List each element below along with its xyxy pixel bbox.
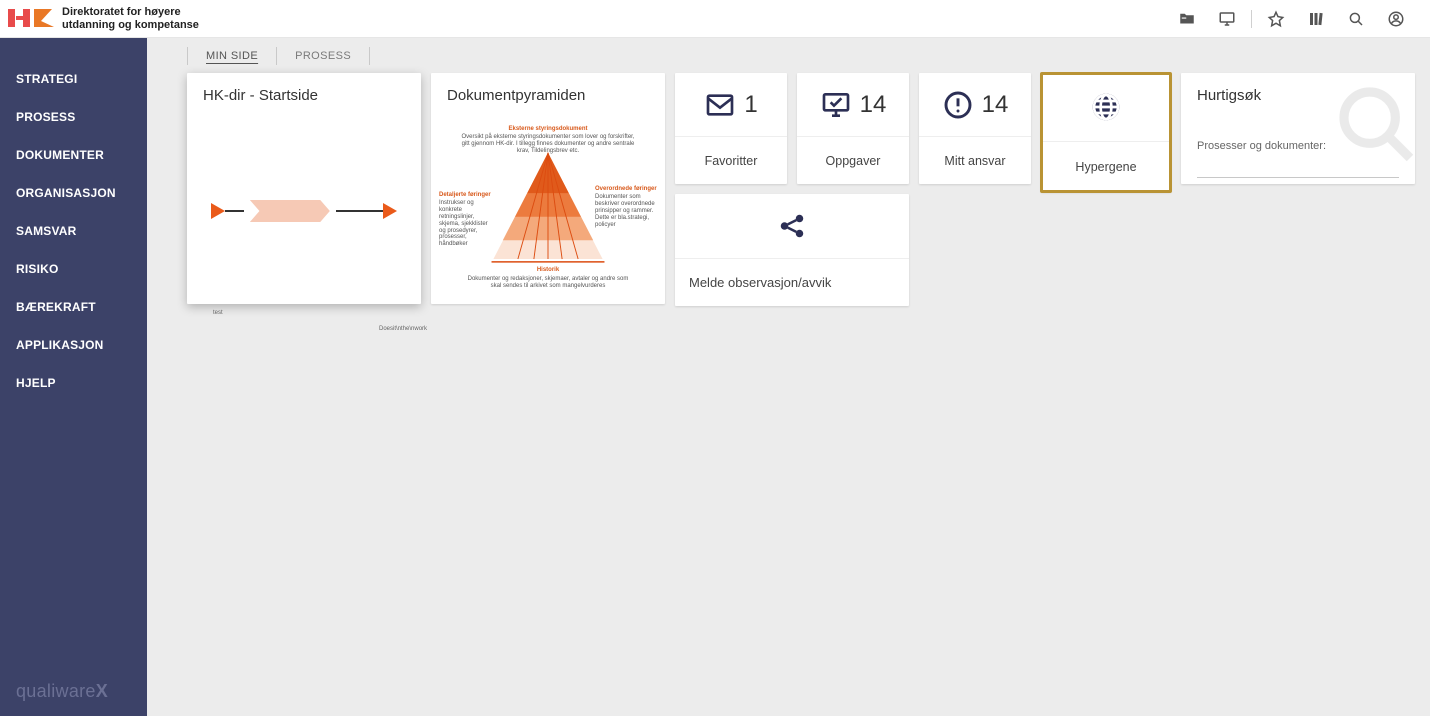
pyramid-diagram: Eksterne styringsdokument Oversikt på ek… xyxy=(431,110,665,304)
footer-brand-text: qualiware xyxy=(16,681,96,701)
card-title: HK-dir - Startside xyxy=(187,73,421,110)
search-label: Prosesser og dokumenter: xyxy=(1197,140,1326,152)
metric-label: Favoritter xyxy=(675,136,787,184)
col-4: 14 Mitt ansvar xyxy=(919,73,1031,184)
sidebar-footer-brand: qualiwareX xyxy=(0,681,147,716)
pyramid-bottom-sub: Dokumenter og redaksjoner, skjemaer, avt… xyxy=(463,276,633,290)
folder-icon[interactable] xyxy=(1167,0,1207,38)
card-title: Dokumentpyramiden xyxy=(431,73,665,110)
sidebar-item-organisasjon[interactable]: ORGANISASJON xyxy=(0,174,147,212)
arrowhead-icon xyxy=(383,203,397,219)
alert-circle-icon xyxy=(942,89,974,121)
tabs: MIN SIDE PROSESS xyxy=(147,38,1430,73)
sidebar-item-samsvar[interactable]: SAMSVAR xyxy=(0,212,147,250)
card-hurtigsok: Hurtigsøk Prosesser og dokumenter: xyxy=(1181,73,1415,184)
monitor-icon[interactable] xyxy=(1207,0,1247,38)
monitor-check-icon xyxy=(820,89,852,121)
globe-icon xyxy=(1090,91,1122,123)
sidebar: STRATEGI PROSESS DOKUMENTER ORGANISASJON… xyxy=(0,38,147,716)
sidebar-item-baerekraft[interactable]: BÆREKRAFT xyxy=(0,288,147,326)
metric-hypergene[interactable]: Hypergene xyxy=(1041,73,1171,192)
account-icon[interactable] xyxy=(1376,0,1416,38)
pyramid-left-title: Detaljerte føringer xyxy=(439,192,494,199)
search-title-text: Hurtigsøk xyxy=(1197,87,1261,104)
brand: Direktoratet for høyere utdanning og kom… xyxy=(8,6,199,30)
sidebar-item-label: ORGANISASJON xyxy=(16,186,116,200)
brand-logo xyxy=(8,7,54,31)
main: MIN SIDE PROSESS HK-dir - Startside test xyxy=(147,38,1430,716)
share-icon xyxy=(775,211,809,241)
tab-prosess[interactable]: PROSESS xyxy=(277,50,369,62)
search-row: Prosesser og dokumenter: xyxy=(1181,136,1415,178)
metric-label: Hypergene xyxy=(1041,141,1171,192)
sidebar-item-label: RISIKO xyxy=(16,262,59,276)
col-1: HK-dir - Startside test Doesit\nthe\nwor… xyxy=(187,73,421,304)
metric-count: 14 xyxy=(982,91,1009,119)
card-dokumentpyramiden[interactable]: Dokumentpyramiden xyxy=(431,73,665,304)
sidebar-item-prosess[interactable]: PROSESS xyxy=(0,98,147,136)
tab-minside[interactable]: MIN SIDE xyxy=(188,50,276,62)
search-title: Hurtigsøk xyxy=(1181,73,1415,136)
brand-line1: Direktoratet for høyere xyxy=(62,6,199,18)
col-5: Hypergene xyxy=(1041,73,1171,192)
header-divider xyxy=(1251,10,1252,28)
metric-label: Mitt ansvar xyxy=(919,136,1031,184)
metric-count: 1 xyxy=(744,91,757,119)
pyramid-left-sub: Instrukser og konkrete retningslinjer, s… xyxy=(439,200,494,248)
dashboard-grid: HK-dir - Startside test Doesit\nthe\nwor… xyxy=(147,73,1430,346)
card-startside[interactable]: HK-dir - Startside test Doesit\nthe\nwor… xyxy=(187,73,421,304)
sidebar-item-label: BÆREKRAFT xyxy=(16,300,96,314)
process-step xyxy=(250,200,330,222)
metric-label: Oppgaver xyxy=(797,136,909,184)
metric-melde-observasjon[interactable]: Melde observasjon/avvik xyxy=(675,194,909,306)
pyramid-right-title: Overordnede føringer xyxy=(595,186,657,193)
sidebar-items: STRATEGI PROSESS DOKUMENTER ORGANISASJON… xyxy=(0,60,147,402)
sidebar-item-label: STRATEGI xyxy=(16,72,77,86)
process-label-right: Doesit\nthe\nwork xyxy=(379,326,399,332)
tab-separator xyxy=(369,47,370,65)
col-2: Dokumentpyramiden xyxy=(431,73,665,304)
search-icon[interactable] xyxy=(1336,0,1376,38)
sidebar-item-label: SAMSVAR xyxy=(16,224,77,238)
top-header: Direktoratet for høyere utdanning og kom… xyxy=(0,0,1430,38)
pyramid-bottom-title: Historik xyxy=(537,267,559,274)
pyramid-top-sub: Oversikt på eksterne styringsdokumenter … xyxy=(461,134,635,155)
library-icon[interactable] xyxy=(1296,0,1336,38)
col-6: Hurtigsøk Prosesser og dokumenter: xyxy=(1181,73,1415,184)
footer-brand-x: X xyxy=(96,681,108,701)
star-icon[interactable] xyxy=(1256,0,1296,38)
sidebar-item-applikasjon[interactable]: APPLIKASJON xyxy=(0,326,147,364)
brand-line2: utdanning og kompetanse xyxy=(62,19,199,31)
sidebar-item-hjelp[interactable]: HJELP xyxy=(0,364,147,402)
process-label-left: test xyxy=(213,310,223,316)
sidebar-item-label: DOKUMENTER xyxy=(16,148,104,162)
pyramid-top-title: Eksterne styringsdokument xyxy=(508,126,587,133)
arrowhead-icon xyxy=(211,203,225,219)
metric-oppgaver[interactable]: 14 Oppgaver xyxy=(797,73,909,184)
sidebar-item-strategi[interactable]: STRATEGI xyxy=(0,60,147,98)
header-icons xyxy=(1167,0,1416,38)
sidebar-item-risiko[interactable]: RISIKO xyxy=(0,250,147,288)
process-diagram: test Doesit\nthe\nwork xyxy=(187,110,421,304)
sidebar-item-label: HJELP xyxy=(16,376,56,390)
col-3: 1 Favoritter 14 Oppgaver xyxy=(675,73,909,306)
metric-mitt-ansvar[interactable]: 14 Mitt ansvar xyxy=(919,73,1031,184)
sidebar-item-dokumenter[interactable]: DOKUMENTER xyxy=(0,136,147,174)
sidebar-item-label: PROSESS xyxy=(16,110,75,124)
pyramid-right-sub: Dokumenter som beskriver overordnede pri… xyxy=(595,194,657,228)
metric-count: 14 xyxy=(860,91,887,119)
brand-text: Direktoratet for høyere utdanning og kom… xyxy=(62,6,199,30)
metric-favoritter[interactable]: 1 Favoritter xyxy=(675,73,787,184)
search-input[interactable] xyxy=(1197,156,1399,178)
sidebar-item-label: APPLIKASJON xyxy=(16,338,104,352)
mail-icon xyxy=(704,89,736,121)
metric-label: Melde observasjon/avvik xyxy=(675,258,909,306)
